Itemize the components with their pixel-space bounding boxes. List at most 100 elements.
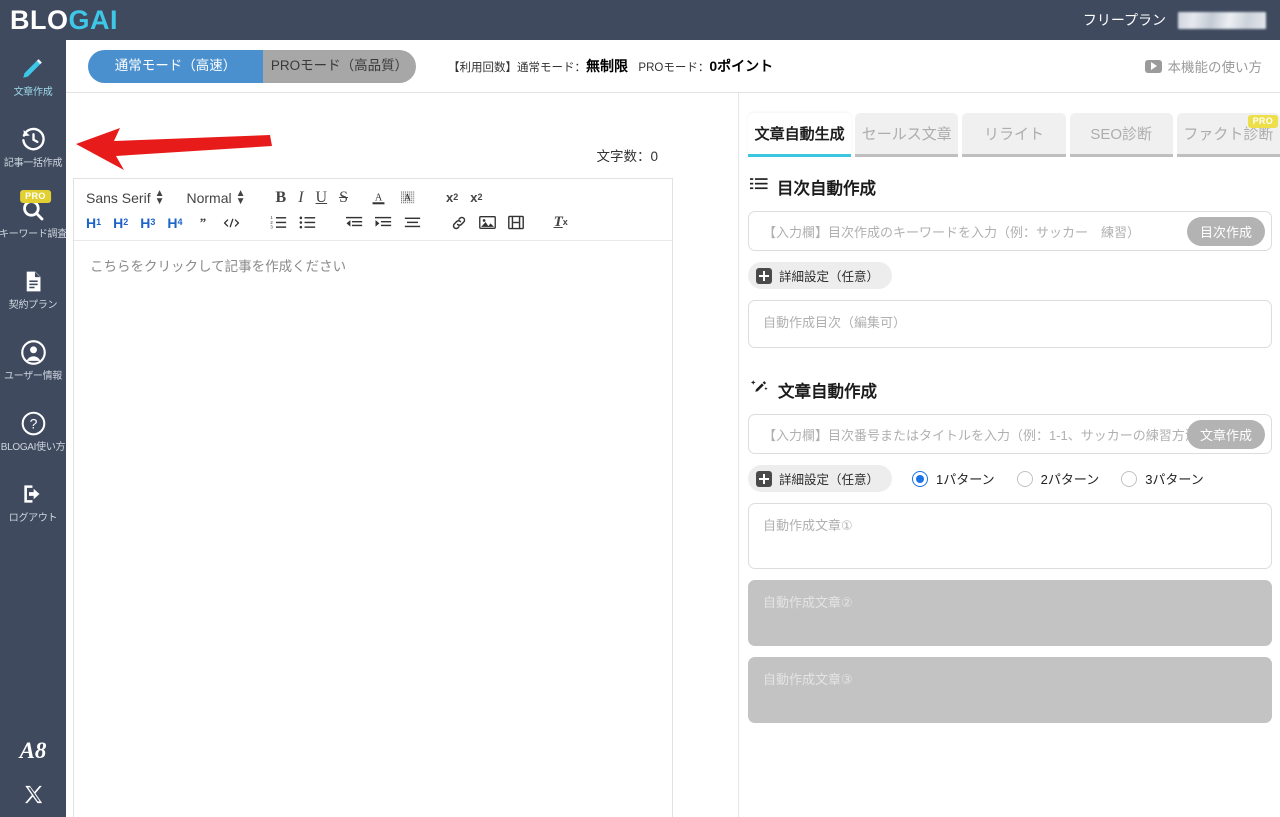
tab-fact-shindan[interactable]: PRO ファクト診断 — [1176, 113, 1280, 157]
logout-icon — [20, 479, 46, 509]
heading2-button[interactable]: H2 — [113, 212, 128, 234]
mode-toggle: 通常モード（高速） PROモード（高品質） — [88, 49, 416, 83]
usage-info: 【利用回数】通常モード：無制限 PROモード：0ポイント — [448, 56, 773, 76]
app-root: BLOGAI フリープラン 文章作成 記事一括作成 PRO キーワード調査 契約… — [0, 0, 1280, 817]
a8-logo[interactable]: A8 — [20, 739, 47, 762]
generated-text-1-textarea[interactable]: 自動作成文章① — [748, 503, 1272, 569]
bold-button[interactable]: B — [276, 187, 287, 209]
document-icon — [21, 266, 46, 296]
align-icon[interactable] — [404, 212, 421, 234]
sidebar-item-user-joho[interactable]: ユーザー情報 — [0, 324, 66, 395]
tab-bunsho-jido-seisei[interactable]: 文章自動生成 — [748, 113, 852, 157]
tab-sales-bunsho[interactable]: セールス文章 — [855, 113, 959, 157]
radio-pattern-3[interactable]: 3パターン — [1121, 469, 1204, 488]
toolbar-row-1: Sans Serif ▲ ▼ Normal ▲ ▼ B I U S A A x … — [86, 186, 662, 209]
pattern-radio-group: 1パターン 2パターン 3パターン — [912, 469, 1204, 488]
plus-icon — [756, 267, 772, 284]
play-video-icon — [1144, 59, 1162, 73]
text-create-button[interactable]: 文章作成 — [1186, 420, 1265, 449]
x-logo[interactable] — [23, 784, 44, 809]
editor-placeholder[interactable]: こちらをクリックして記事を作成ください — [74, 241, 672, 289]
user-circle-icon — [20, 337, 47, 367]
text-section-heading: 文章自動作成 — [750, 378, 1272, 402]
app-logo[interactable]: BLOGAI — [10, 4, 119, 35]
normal-mode-button[interactable]: 通常モード（高速） — [88, 49, 263, 83]
ordered-list-icon[interactable]: 123 — [270, 212, 287, 234]
article-editor: Sans Serif ▲ ▼ Normal ▲ ▼ B I U S A A x … — [73, 178, 673, 817]
radio-dot-icon — [912, 470, 929, 487]
radio-label: 3パターン — [1145, 472, 1204, 487]
tab-rewrite[interactable]: リライト — [962, 113, 1066, 157]
code-block-button[interactable] — [223, 212, 240, 234]
radio-pattern-2[interactable]: 2パターン — [1016, 469, 1100, 488]
font-family-select[interactable]: Sans Serif ▲ ▼ — [86, 188, 165, 206]
top-bar: BLOGAI フリープラン — [0, 0, 1280, 40]
text-section-title: 文章自動作成 — [778, 383, 877, 401]
radio-label: 2パターン — [1040, 472, 1100, 487]
editor-toolbar: Sans Serif ▲ ▼ Normal ▲ ▼ B I U S A A x … — [74, 179, 672, 241]
logo-gai-text: GAI — [68, 4, 119, 35]
indent-increase-icon[interactable] — [374, 212, 392, 234]
toc-output-textarea[interactable]: 自動作成目次（編集可） — [748, 300, 1272, 348]
sidebar-label: BLOGAI使い方 — [0, 442, 66, 453]
editor-column: 文字数：0 Sans Serif ▲ ▼ Normal ▲ ▼ B I U S … — [66, 93, 673, 817]
logo-blo-text: BLO — [10, 4, 69, 35]
radio-dot-icon — [1121, 470, 1138, 487]
sidebar-item-kiji-ikkatsu-sakusei[interactable]: 記事一括作成 — [0, 111, 66, 182]
sidebar-item-logout[interactable]: ログアウト — [0, 466, 66, 537]
svg-text:?: ? — [29, 415, 37, 431]
toc-create-button[interactable]: 目次作成 — [1186, 217, 1265, 246]
heading3-button[interactable]: H3 — [140, 212, 155, 234]
pro-mode-button[interactable]: PROモード（高品質） — [263, 49, 416, 83]
heading1-button[interactable]: H1 — [86, 212, 101, 234]
heading4-button[interactable]: H4 — [167, 212, 182, 234]
toc-keyword-input-row[interactable]: 【入力欄】目次作成のキーワードを入力（例：サッカー 練習） 目次作成 — [748, 211, 1272, 251]
toc-detail-settings-button[interactable]: 詳細設定（任意） — [748, 262, 893, 289]
sidebar-item-keyword-chosa[interactable]: PRO キーワード調査 — [0, 182, 67, 253]
sidebar-label: キーワード調査 — [0, 229, 67, 240]
text-detail-settings-label: 詳細設定（任意） — [779, 473, 880, 487]
svg-text:”: ” — [199, 216, 205, 230]
char-count-label: 文字数：0 — [596, 149, 658, 164]
generated-text-2-textarea: 自動作成文章② — [748, 580, 1272, 646]
tab-seo-shindan[interactable]: SEO診断 — [1069, 113, 1173, 157]
toc-section-heading: 目次自動作成 — [750, 175, 1272, 199]
radio-dot-icon — [1016, 470, 1033, 487]
sidebar-item-bunsho-sakusei[interactable]: 文章作成 — [0, 40, 66, 111]
radio-pattern-1[interactable]: 1パターン — [912, 469, 995, 488]
sidebar-item-keiyaku-plan[interactable]: 契約プラン — [0, 253, 66, 324]
bullet-list-icon[interactable] — [299, 212, 316, 234]
howto-link[interactable]: 本機能の使い方 — [1144, 56, 1262, 76]
sidebar-label: ユーザー情報 — [4, 371, 62, 382]
text-title-input-row[interactable]: 【入力欄】目次番号またはタイトルを入力（例：1-1、サッカーの練習方法） 文章作… — [748, 414, 1272, 454]
superscript-button[interactable]: x2 — [446, 187, 458, 209]
text-color-icon[interactable]: A — [370, 187, 387, 209]
clear-formatting-button[interactable]: Tx — [554, 212, 568, 234]
text-detail-settings-button[interactable]: 詳細設定（任意） — [748, 465, 893, 492]
tab-label: 文章自動生成 — [754, 126, 845, 143]
text-options-row: 詳細設定（任意） 1パターン 2パターン 3パターン — [748, 465, 1272, 492]
svg-text:A: A — [375, 192, 383, 203]
usage-pro-value: 0ポイント — [709, 58, 774, 74]
blockquote-button[interactable]: ” — [195, 212, 211, 234]
image-icon[interactable] — [478, 212, 496, 234]
usage-pro-prefix: PROモード： — [638, 62, 710, 74]
highlight-color-icon[interactable]: A — [399, 187, 416, 209]
link-icon[interactable] — [451, 212, 467, 234]
strikethrough-button[interactable]: S — [339, 187, 348, 209]
chevron-updown-icon: ▲ ▼ — [235, 187, 246, 207]
subscript-button[interactable]: x2 — [470, 187, 482, 209]
top-bar-right: フリープラン — [1083, 10, 1266, 30]
video-icon[interactable] — [507, 212, 524, 234]
font-size-select[interactable]: Normal ▲ ▼ — [187, 187, 246, 207]
plan-label: フリープラン — [1082, 12, 1166, 28]
sidebar-label: 契約プラン — [8, 300, 58, 311]
underline-button[interactable]: U — [316, 187, 328, 209]
italic-button[interactable]: I — [298, 187, 303, 209]
radio-label: 1パターン — [936, 472, 995, 487]
panel-tabs: 文章自動生成 セールス文章 リライト SEO診断 PRO ファクト診断 — [740, 93, 1280, 157]
toc-options-row: 詳細設定（任意） — [748, 262, 1272, 289]
usage-normal-value: 無制限 — [586, 58, 628, 74]
sidebar-item-blogai-tsukaikata[interactable]: ? BLOGAI使い方 — [0, 395, 66, 466]
indent-decrease-icon[interactable] — [345, 212, 363, 234]
